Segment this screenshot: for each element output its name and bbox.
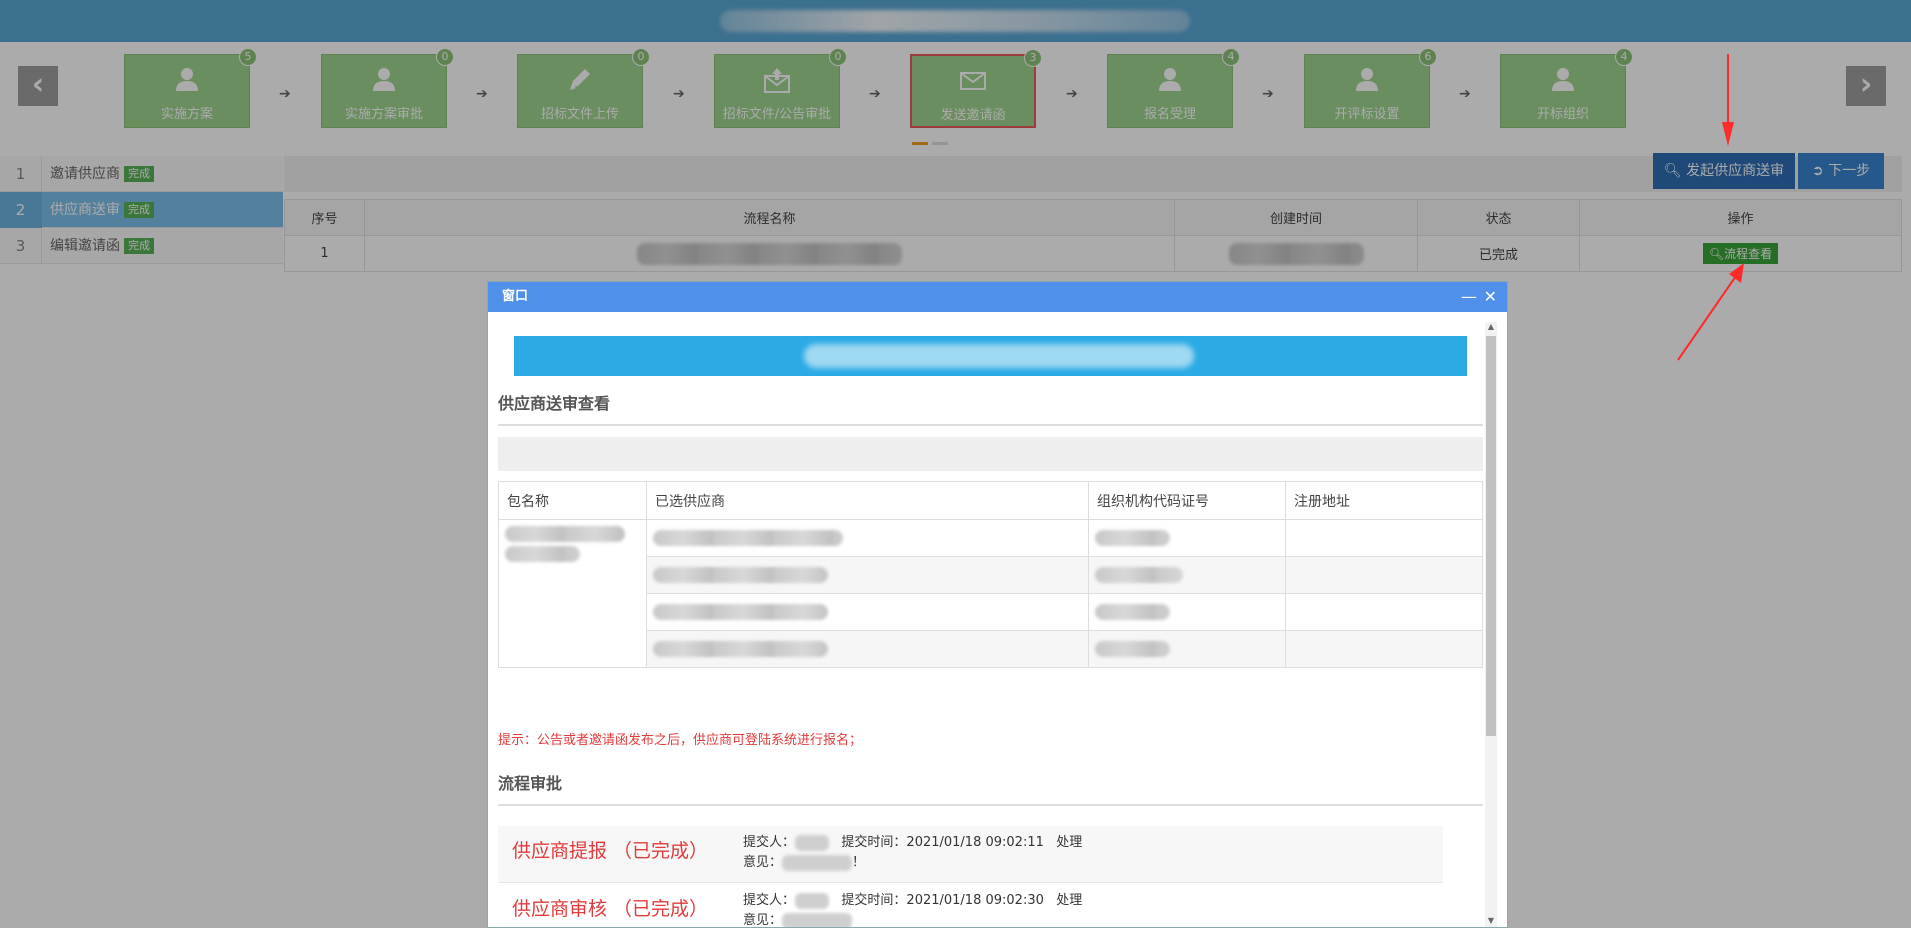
opinion-suffix: ！ [852, 855, 866, 870]
table-row [499, 630, 1483, 668]
column-header: 注册地址 [1285, 481, 1483, 520]
approval-meta: 提交人： 提交时间：2021/01/18 09:02:30 处理 意见： [743, 891, 1082, 927]
minimize-icon[interactable]: — [1461, 282, 1477, 312]
table-row [499, 556, 1483, 594]
table-row [498, 519, 1483, 668]
address-cell [1285, 556, 1483, 594]
section-title-process-approval: 流程审批 [498, 770, 1483, 806]
scroll-up-icon[interactable]: ▲ [1486, 322, 1496, 331]
submitter-redacted [795, 892, 830, 909]
approval-record: 供应商提报 （已完成） 提交人： 提交时间：2021/01/18 09:02:1… [498, 826, 1443, 883]
column-header: 组织机构代码证号 [1088, 481, 1286, 520]
address-cell [1285, 593, 1483, 631]
modal-title: 窗口 [502, 289, 529, 304]
approval-meta: 提交人： 提交时间：2021/01/18 09:02:11 处理 意见： ！ [743, 833, 1082, 873]
column-header: 已选供应商 [646, 481, 1089, 520]
package-name-redacted [498, 519, 647, 668]
table-header-row: 包名称 已选供应商 组织机构代码证号 注册地址 [498, 481, 1483, 520]
submitter-redacted [795, 834, 830, 851]
registration-hint: 提示：公告或者邀请函发布之后，供应商可登陆系统进行报名； [498, 733, 863, 748]
modal-content: 供应商送审查看 包名称 已选供应商 组织机构代码证号 注册地址 提示：公告或者邀… [498, 322, 1483, 927]
section-title-supplier-review: 供应商送审查看 [498, 390, 1483, 426]
table-row [499, 593, 1483, 631]
submit-time: 提交时间：2021/01/18 09:02:11 [841, 835, 1044, 850]
scroll-down-icon[interactable]: ▼ [1486, 916, 1496, 925]
opinion-redacted [782, 912, 853, 927]
approval-step-name: 供应商审核 （已完成） [512, 898, 709, 920]
opinion-redacted [782, 854, 853, 871]
section-toolbar [498, 437, 1483, 471]
supplier-name-redacted [646, 593, 1089, 631]
supplier-name-redacted [646, 630, 1089, 668]
address-cell [1285, 519, 1483, 557]
approval-record: 供应商审核 （已完成） 提交人： 提交时间：2021/01/18 09:02:3… [498, 884, 1443, 927]
org-code-redacted [1088, 630, 1286, 668]
address-cell [1285, 630, 1483, 668]
redacted-banner-text [804, 344, 1194, 368]
org-code-redacted [1088, 519, 1286, 557]
supplier-table: 包名称 已选供应商 组织机构代码证号 注册地址 [498, 481, 1483, 668]
modal-titlebar: 窗口 — ✕ [488, 282, 1507, 312]
close-icon[interactable]: ✕ [1484, 282, 1497, 312]
modal-banner [514, 336, 1467, 376]
handle-label: 处理 [1056, 835, 1083, 850]
submitter-label: 提交人： [743, 893, 796, 908]
scroll-thumb[interactable] [1486, 336, 1496, 736]
supplier-name-redacted [646, 556, 1089, 594]
modal-scrollbar[interactable]: ▲ ▼ [1485, 322, 1497, 927]
submit-time: 提交时间：2021/01/18 09:02:30 [841, 893, 1044, 908]
column-header: 包名称 [498, 481, 647, 520]
org-code-redacted [1088, 593, 1286, 631]
handle-label: 处理 [1056, 893, 1083, 908]
approval-step-name: 供应商提报 （已完成） [512, 840, 709, 862]
modal-window: 窗口 — ✕ 供应商送审查看 包名称 已选供应商 组织机构代码证号 注册地址 提… [487, 281, 1508, 928]
supplier-name-redacted [646, 519, 1089, 557]
org-code-redacted [1088, 556, 1286, 594]
submitter-label: 提交人： [743, 835, 796, 850]
opinion-label: 意见： [743, 913, 783, 927]
opinion-label: 意见： [743, 855, 783, 870]
